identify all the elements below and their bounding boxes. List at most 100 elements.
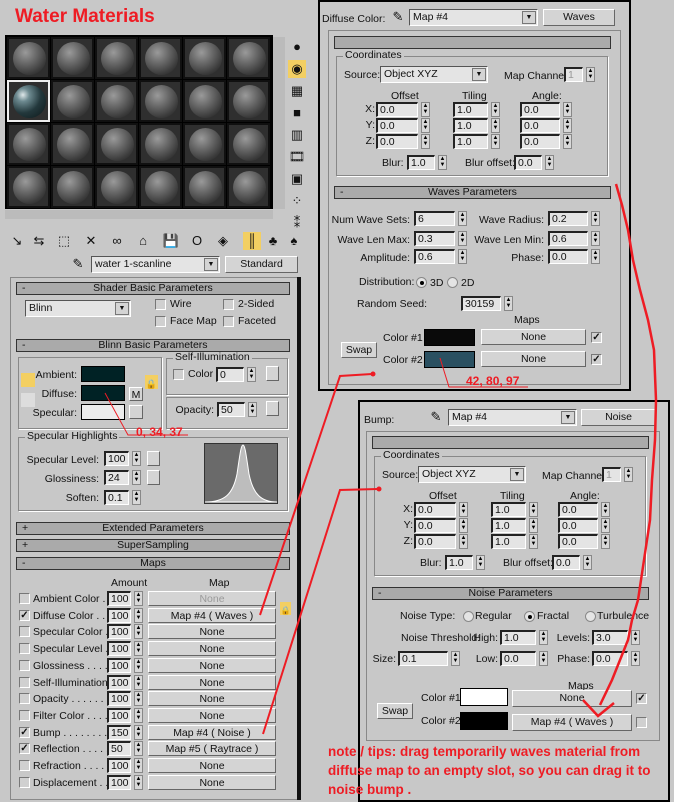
color-lock-icon[interactable]: 🔒 <box>145 375 158 389</box>
map-amount-input[interactable]: 100 <box>107 691 131 707</box>
phase-spinner[interactable]: ▲ ▼ <box>591 249 600 264</box>
eyedropper-icon[interactable]: ✎ <box>428 408 444 424</box>
maps-lock-icon[interactable]: 🔒 <box>280 602 291 615</box>
angle-spinner[interactable]: ▲ ▼ <box>601 502 610 517</box>
tiling-input[interactable]: 1.0 <box>491 518 526 533</box>
source-dropdown[interactable]: Object XYZ ▼ <box>418 466 526 483</box>
color-2-map-button[interactable]: None <box>481 351 586 367</box>
color-2-swatch[interactable] <box>460 712 508 730</box>
map-amount-input[interactable]: 100 <box>107 774 131 790</box>
blur-offset-spinner[interactable]: ▲ ▼ <box>545 155 554 170</box>
map-enable-checkbox[interactable]: ✓ <box>19 609 30 621</box>
face-map-checkbox[interactable] <box>155 316 166 327</box>
material-slot[interactable] <box>139 37 182 79</box>
specular-level-spinner[interactable]: ▲ ▼ <box>132 451 141 466</box>
shader-rollout-header[interactable]: Shader Basic Parameters - <box>16 282 290 295</box>
material-slot[interactable] <box>227 37 270 79</box>
chevron-down-icon[interactable]: ▼ <box>561 411 575 424</box>
random-seed-spinner[interactable]: ▲ ▼ <box>504 296 513 311</box>
waves-parameters-header[interactable]: Waves Parameters - <box>334 186 611 199</box>
offset-spinner[interactable]: ▲ ▼ <box>459 534 468 549</box>
map-amount-spinner[interactable]: ▲ ▼ <box>134 741 143 757</box>
chevron-down-icon[interactable]: ▼ <box>522 11 536 24</box>
map-slot-button[interactable]: None <box>148 591 276 606</box>
rollout-toggle[interactable]: - <box>22 340 26 351</box>
blur-offset-spinner[interactable]: ▲ ▼ <box>583 555 592 570</box>
map-amount-spinner[interactable]: ▲ ▼ <box>134 691 143 707</box>
make-preview-icon[interactable]: 🎞 <box>288 148 306 166</box>
map-name-field[interactable]: Map #4 ▼ <box>409 9 538 26</box>
map-amount-input[interactable]: 100 <box>107 674 131 690</box>
map-enable-checkbox[interactable] <box>19 776 30 788</box>
shader-type-dropdown[interactable]: Blinn ▼ <box>25 300 131 317</box>
map-amount-input[interactable]: 100 <box>107 591 131 606</box>
map-enable-checkbox[interactable]: ✓ <box>19 743 30 755</box>
distribution-3d-radio[interactable] <box>416 277 427 288</box>
wave-len-min-input[interactable]: 0.6 <box>548 231 588 246</box>
chevron-down-icon[interactable]: ▼ <box>115 302 129 315</box>
levels-spinner[interactable]: ▲ ▼ <box>631 630 640 645</box>
map-amount-spinner[interactable]: ▲ ▼ <box>134 724 143 740</box>
eyedropper-icon[interactable]: ✎ <box>390 8 406 24</box>
map-amount-spinner[interactable]: ▲ ▼ <box>134 774 143 790</box>
material-slot[interactable] <box>51 37 94 79</box>
color-1-swatch[interactable] <box>424 329 475 346</box>
self-illum-map-button[interactable] <box>266 366 279 381</box>
blur-offset-input[interactable]: 0.0 <box>552 555 580 570</box>
wire-checkbox[interactable] <box>155 299 166 310</box>
self-illum-spinner[interactable]: ▲ ▼ <box>247 367 256 382</box>
map-amount-input[interactable]: 100 <box>107 707 131 723</box>
map-slot-button[interactable]: None <box>148 707 276 723</box>
map-enable-checkbox[interactable] <box>19 593 30 604</box>
self-illum-color-checkbox[interactable] <box>173 369 184 380</box>
material-slot[interactable] <box>183 166 226 208</box>
map-type-button[interactable]: Noise <box>581 409 656 426</box>
opacity-input[interactable]: 50 <box>217 402 245 417</box>
rollout-toggle[interactable]: - <box>340 187 344 198</box>
tiling-spinner[interactable]: ▲ ▼ <box>491 102 500 117</box>
tiling-input[interactable]: 1.0 <box>491 534 526 549</box>
self-illum-input[interactable]: 0 <box>216 367 244 382</box>
material-slot[interactable] <box>7 37 50 79</box>
color-1-swatch[interactable] <box>460 688 508 706</box>
map-channel-input[interactable]: 1 <box>564 67 583 82</box>
map-enable-checkbox[interactable] <box>19 693 30 705</box>
maps-rollout-header[interactable]: Maps - <box>16 557 290 570</box>
material-slot[interactable] <box>139 166 182 208</box>
angle-spinner[interactable]: ▲ ▼ <box>563 118 572 133</box>
offset-spinner[interactable]: ▲ ▼ <box>421 102 430 117</box>
offset-input[interactable]: 0.0 <box>376 118 418 133</box>
offset-spinner[interactable]: ▲ ▼ <box>421 134 430 149</box>
swap-button[interactable]: Swap <box>341 342 377 358</box>
angle-spinner[interactable]: ▲ ▼ <box>601 534 610 549</box>
material-slot[interactable] <box>227 166 270 208</box>
angle-spinner[interactable]: ▲ ▼ <box>563 134 572 149</box>
rollout-toggle[interactable]: - <box>378 588 382 599</box>
map-amount-spinner[interactable]: ▲ ▼ <box>134 674 143 690</box>
tiling-spinner[interactable]: ▲ ▼ <box>529 518 538 533</box>
chevron-down-icon[interactable]: ▼ <box>472 68 486 81</box>
material-slot[interactable] <box>95 37 138 79</box>
source-dropdown[interactable]: Object XYZ ▼ <box>380 66 488 83</box>
tiling-input[interactable]: 1.0 <box>453 118 488 133</box>
map-type-button[interactable]: Waves <box>543 9 615 26</box>
opacity-spinner[interactable]: ▲ ▼ <box>248 402 257 417</box>
color-1-map-button[interactable]: None <box>512 690 632 707</box>
phase-spinner[interactable]: ▲ ▼ <box>631 651 640 666</box>
map-slot-button[interactable]: None <box>148 758 276 773</box>
noise-parameters-header[interactable]: Noise Parameters - <box>372 587 649 600</box>
offset-input[interactable]: 0.0 <box>414 534 456 549</box>
map-enable-checkbox[interactable] <box>19 709 30 721</box>
color-2-map-button[interactable]: Map #4 ( Waves ) <box>512 714 632 731</box>
select-by-material-icon[interactable]: ⁘ <box>288 192 306 210</box>
color-1-map-checkbox[interactable]: ✓ <box>636 693 647 704</box>
options-icon[interactable]: ▣ <box>288 170 306 188</box>
glossiness-spinner[interactable]: ▲ ▼ <box>132 470 141 485</box>
color-2-swatch[interactable] <box>424 351 475 368</box>
tiling-input[interactable]: 1.0 <box>491 502 526 517</box>
opacity-map-button[interactable] <box>266 401 279 416</box>
blur-input[interactable]: 1.0 <box>445 555 473 570</box>
glossiness-map-button[interactable] <box>147 470 160 485</box>
wave-radius-spinner[interactable]: ▲ ▼ <box>591 211 600 226</box>
angle-spinner[interactable]: ▲ ▼ <box>563 102 572 117</box>
